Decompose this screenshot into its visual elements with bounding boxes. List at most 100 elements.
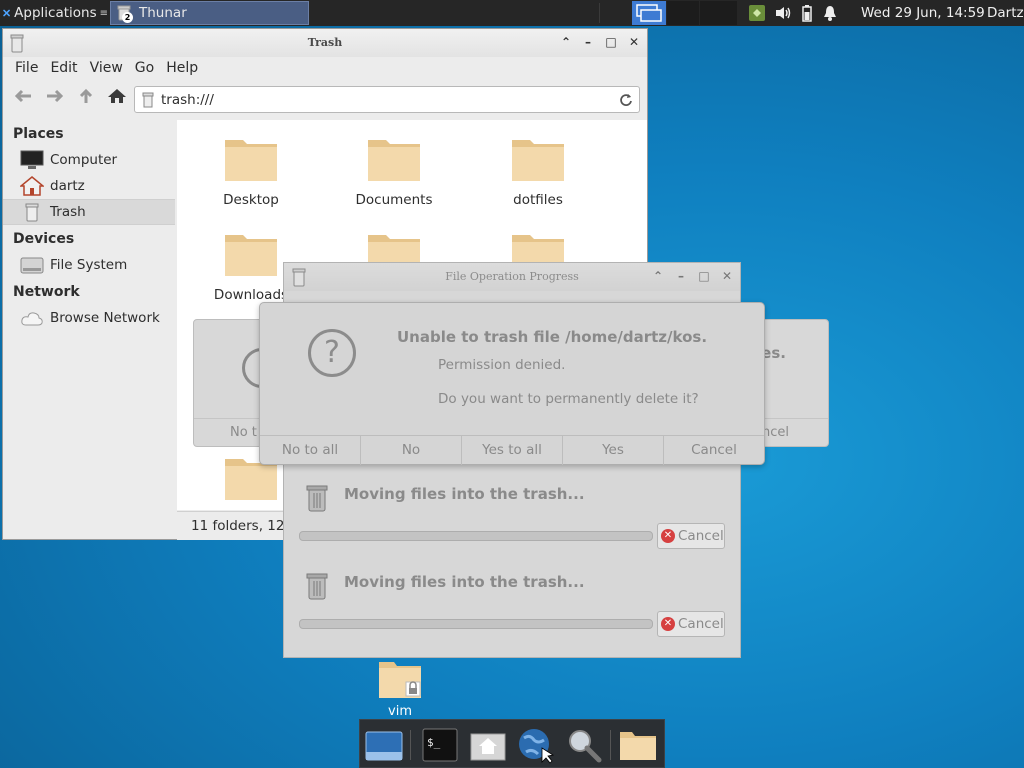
thunar-titlebar[interactable]: Trash ⌃ – □ ✕ [3, 29, 647, 57]
workspace-1[interactable] [632, 1, 666, 25]
forward-arrow-icon[interactable] [45, 88, 65, 104]
sidebar-item-label: Trash [50, 204, 86, 220]
system-tray [748, 0, 838, 26]
xfce-logo-icon [3, 9, 10, 17]
shade-button[interactable]: ⌃ [651, 269, 665, 283]
menu-view[interactable]: View [90, 60, 135, 76]
show-desktop-icon[interactable] [364, 726, 404, 764]
network-cloud-icon [21, 312, 43, 326]
dock: $_ [359, 719, 665, 768]
dock-separator [610, 730, 611, 760]
taskbar-thunar-label: Thunar [139, 5, 187, 21]
app-finder-icon[interactable] [564, 726, 604, 764]
sidebar-item-label: Browse Network [50, 310, 160, 326]
minimize-button[interactable]: – [674, 269, 688, 283]
error-subtitle: Permission denied. [438, 357, 566, 373]
maximize-button[interactable]: □ [697, 269, 711, 283]
yes-button[interactable]: Yes [563, 436, 664, 465]
sidebar-item-label: Computer [50, 152, 118, 168]
shade-button[interactable]: ⌃ [559, 35, 573, 49]
workspace-3[interactable] [700, 1, 737, 25]
back-arrow-icon[interactable] [13, 88, 33, 104]
folder-icon [225, 140, 277, 181]
yes-to-all-button[interactable]: Yes to all [462, 436, 563, 465]
task-count-badge: 2 [122, 12, 133, 23]
computer-icon [20, 150, 44, 169]
clock[interactable]: Wed 29 Jun, 14:59 [861, 0, 985, 26]
devices-heading: Devices [13, 231, 75, 247]
folder-launcher-icon[interactable] [618, 726, 658, 764]
maximize-button[interactable]: □ [604, 35, 618, 49]
up-arrow-icon[interactable] [76, 88, 96, 104]
menu-go[interactable]: Go [135, 60, 166, 76]
cancel-icon: ✕ [661, 617, 675, 631]
location-bar[interactable]: trash:/// [134, 86, 640, 113]
web-browser-icon[interactable] [516, 726, 556, 764]
top-panel: Applications ≡ 2 Thunar Wed 29 Jun, 14:5… [0, 0, 1024, 26]
home-folder-icon [20, 176, 44, 196]
cancel-operation-button[interactable]: ✕ Cancel [657, 523, 725, 549]
cancel-operation-button[interactable]: ✕ Cancel [657, 611, 725, 637]
terminal-icon[interactable]: $_ [420, 726, 460, 764]
cancel-label: Cancel [678, 528, 724, 544]
menu-file[interactable]: File [15, 60, 50, 76]
operation-row: Moving files into the trash... ✕ Cancel [299, 571, 729, 651]
places-heading: Places [13, 126, 64, 142]
close-button[interactable]: ✕ [720, 269, 734, 283]
trash-error-dialog: ? Unable to trash file /home/dartz/kos. … [259, 302, 765, 465]
trash-icon [306, 573, 328, 600]
menubar: File Edit View Go Help [3, 57, 647, 79]
folder-label: dotfiles [513, 192, 563, 208]
home-icon[interactable] [107, 88, 127, 104]
sidebar-item-file-system[interactable]: File System [3, 253, 175, 277]
folder-dotfiles[interactable]: dotfiles [478, 134, 598, 208]
folder-icon [368, 140, 420, 181]
sidebar-item-trash[interactable]: Trash [3, 199, 175, 225]
cancel-button[interactable]: Cancel [664, 436, 764, 465]
taskbar-thunar[interactable]: 2 Thunar [110, 1, 309, 25]
error-question: Do you want to permanently delete it? [438, 391, 699, 407]
background-cancel-button[interactable]: ncel [762, 425, 789, 440]
progress-bar [299, 531, 653, 541]
reload-icon[interactable] [619, 93, 633, 107]
sidebar-item-label: dartz [50, 178, 85, 194]
volume-icon[interactable] [774, 5, 792, 21]
folder-documents[interactable]: Documents [334, 134, 454, 208]
progress-bar [299, 619, 653, 629]
minimize-button[interactable]: – [581, 35, 595, 49]
svg-text:$_: $_ [427, 736, 441, 749]
sidebar-item-browse-network[interactable]: Browse Network [3, 306, 175, 330]
dock-separator [410, 730, 411, 760]
applications-label: Applications [14, 5, 97, 21]
update-icon[interactable] [748, 4, 766, 22]
progress-titlebar[interactable]: File Operation Progress ⌃ – □ ✕ [284, 263, 740, 291]
battery-icon[interactable] [800, 4, 814, 22]
workspace-2[interactable] [667, 1, 699, 25]
panel-separator [599, 3, 600, 23]
close-button[interactable]: ✕ [627, 35, 641, 49]
user-menu[interactable]: Dartz [987, 0, 1024, 26]
notification-bell-icon[interactable] [822, 4, 838, 22]
question-icon: ? [308, 329, 356, 377]
cancel-label: Cancel [678, 616, 724, 632]
folder-label: Documents [355, 192, 433, 208]
sidebar-item-dartz[interactable]: dartz [3, 174, 175, 198]
status-text: 11 folders, 12 [191, 518, 285, 534]
operation-label: Moving files into the trash... [344, 573, 585, 591]
no-to-all-button[interactable]: No to all [260, 436, 361, 465]
progress-title: File Operation Progress [445, 270, 579, 283]
sidebar-item-computer[interactable]: Computer [3, 148, 175, 172]
file-manager-icon[interactable] [468, 726, 508, 764]
trash-location-icon [142, 92, 154, 108]
background-no-to-all-button[interactable]: No t [230, 425, 257, 440]
trash-icon [306, 485, 328, 512]
menu-edit[interactable]: Edit [50, 60, 89, 76]
menu-help[interactable]: Help [166, 60, 210, 76]
folder-desktop[interactable]: Desktop [191, 134, 311, 208]
applications-menu[interactable]: Applications ≡ [0, 0, 108, 26]
location-text: trash:/// [161, 92, 214, 108]
no-button[interactable]: No [361, 436, 462, 465]
error-title: Unable to trash file /home/dartz/kos. [397, 328, 708, 346]
error-dialog-buttons: No to all No Yes to all Yes Cancel [260, 435, 764, 465]
desktop-icon-vim[interactable]: vim [370, 658, 430, 724]
